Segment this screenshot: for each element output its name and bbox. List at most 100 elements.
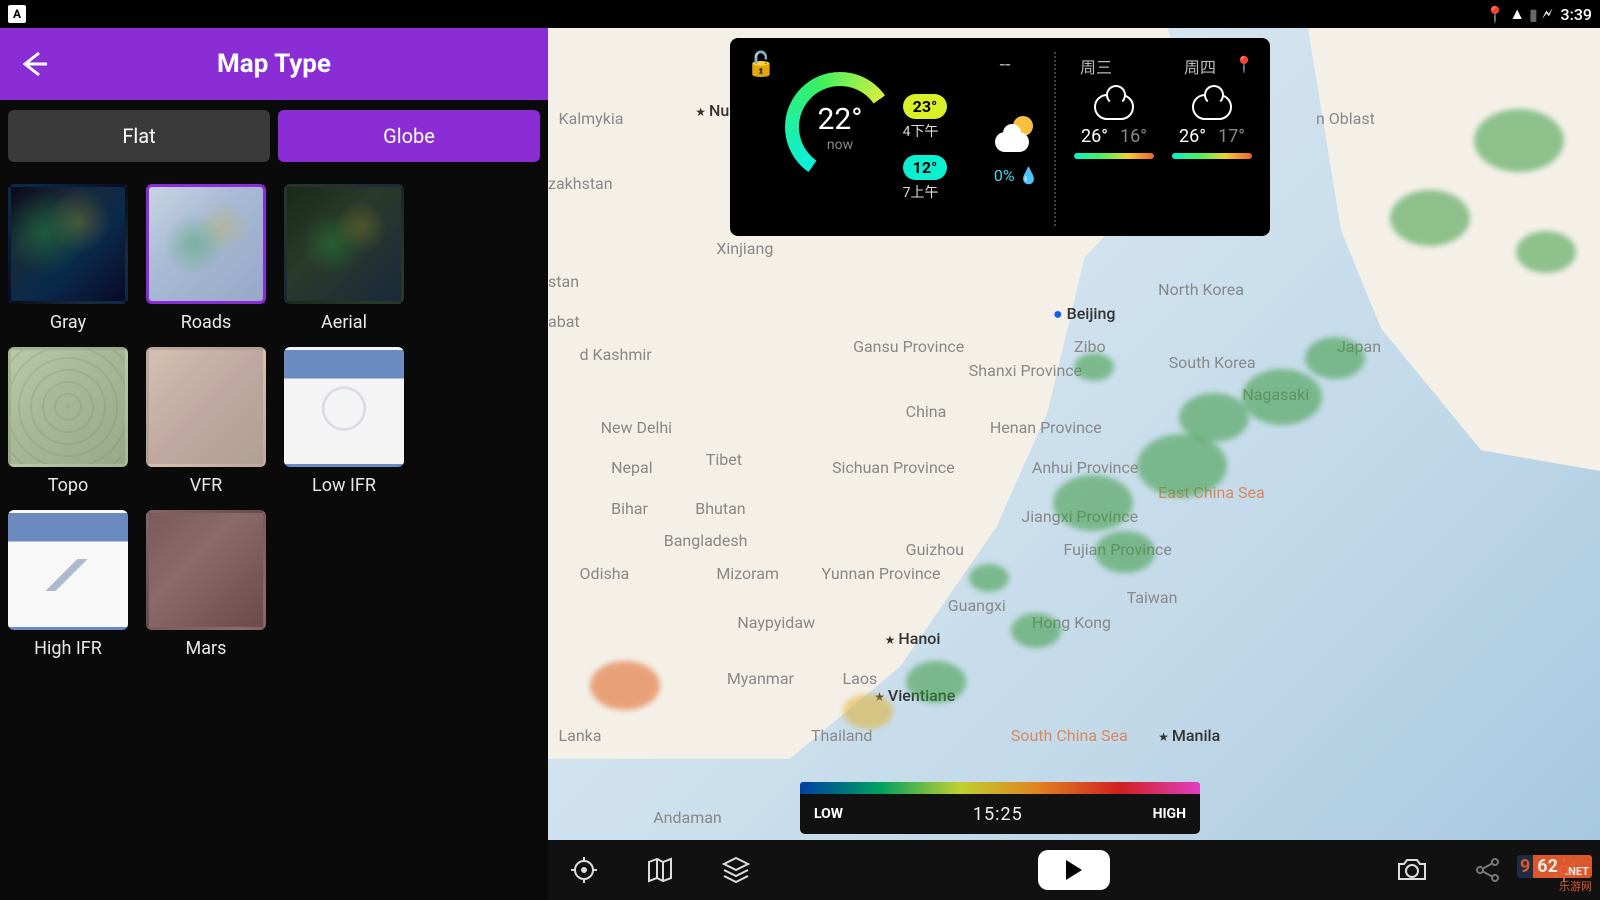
map-type-low-ifr[interactable]: Low IFR bbox=[284, 347, 404, 496]
map-label: Hanoi bbox=[885, 629, 941, 648]
map-label: Bangladesh bbox=[664, 531, 748, 550]
map-thumb-label: High IFR bbox=[34, 638, 102, 659]
map-label: abat bbox=[548, 312, 580, 331]
map-type-roads[interactable]: Roads bbox=[146, 184, 266, 333]
map-thumb bbox=[146, 184, 266, 304]
wifi-icon: ▲ bbox=[1509, 4, 1525, 24]
map-type-grid: Gray Roads Aerial Topo VFR Low IFR High … bbox=[0, 172, 548, 671]
intensity-gradient bbox=[800, 782, 1200, 794]
projection-tabs: Flat Globe bbox=[0, 100, 548, 172]
map-thumb-label: Low IFR bbox=[312, 475, 376, 496]
map-thumb bbox=[146, 510, 266, 630]
app-badge-icon: A bbox=[8, 5, 26, 23]
locate-button[interactable] bbox=[564, 850, 604, 890]
map-type-high-ifr[interactable]: High IFR bbox=[8, 510, 128, 659]
cloud-icon bbox=[1094, 94, 1134, 120]
play-button[interactable] bbox=[1038, 850, 1110, 890]
lock-icon[interactable]: 🔓 bbox=[746, 50, 776, 78]
bottom-toolbar bbox=[548, 840, 1600, 900]
radar-timeline[interactable]: LOW 15:25 HIGH bbox=[800, 782, 1200, 834]
map-thumb-label: Topo bbox=[48, 475, 89, 496]
map-label: South Korea bbox=[1169, 353, 1256, 372]
forecast-day: 周四 26°17° bbox=[1172, 82, 1252, 226]
panel-header: Map Type bbox=[0, 28, 548, 100]
camera-button[interactable] bbox=[1392, 850, 1432, 890]
map-label: stan bbox=[548, 272, 579, 291]
map-thumb-label: Gray bbox=[50, 312, 86, 333]
location-icon: 📍 bbox=[1485, 5, 1505, 24]
temperature-dial: 22° now bbox=[785, 72, 895, 182]
tab-flat[interactable]: Flat bbox=[8, 110, 270, 162]
map-label: Taiwan bbox=[1127, 588, 1178, 607]
map-thumb bbox=[284, 347, 404, 467]
map-label: Nepal bbox=[611, 458, 652, 477]
map-thumb bbox=[8, 184, 128, 304]
map-thumb bbox=[8, 510, 128, 630]
map-label: Henan Province bbox=[990, 418, 1102, 437]
forecast-high: 26° bbox=[1081, 126, 1108, 147]
timeline-time: 15:25 bbox=[973, 804, 1023, 825]
map-thumb bbox=[146, 347, 266, 467]
map-thumb bbox=[8, 347, 128, 467]
legend-low: LOW bbox=[814, 806, 843, 822]
map-label: Guizhou bbox=[906, 540, 964, 559]
map-label: Sichuan Province bbox=[832, 458, 955, 477]
watermark: 962.NET 乐游网 bbox=[1517, 855, 1592, 894]
legend-high: HIGH bbox=[1153, 806, 1186, 822]
map-label: Tibet bbox=[706, 450, 742, 469]
map-type-gray[interactable]: Gray bbox=[8, 184, 128, 333]
map-label: Myanmar bbox=[727, 669, 794, 688]
map-type-topo[interactable]: Topo bbox=[8, 347, 128, 496]
battery-icon: 🗲 bbox=[1542, 4, 1553, 24]
map-label: Mizoram bbox=[716, 564, 779, 583]
map-type-mars[interactable]: Mars bbox=[146, 510, 266, 659]
map-label: Andaman bbox=[653, 808, 722, 827]
map-button[interactable] bbox=[640, 850, 680, 890]
map-label: Laos bbox=[843, 669, 878, 688]
forecast-day-name: 周四 bbox=[1184, 54, 1216, 78]
forecast-high: 26° bbox=[1179, 126, 1206, 147]
map-thumb bbox=[284, 184, 404, 304]
map-label: Bihar bbox=[611, 499, 648, 518]
map-label: Gansu Province bbox=[853, 337, 964, 356]
weather-overlay[interactable]: 🔓 -- 📍 22° now 23° 4下午 12° 7上午 0% 💧 周三 2… bbox=[730, 38, 1270, 236]
map-label: Bhutan bbox=[695, 499, 745, 518]
map-label: Yunnan Province bbox=[822, 564, 941, 583]
share-button[interactable] bbox=[1468, 850, 1508, 890]
status-time: 3:39 bbox=[1561, 5, 1593, 24]
tab-globe[interactable]: Globe bbox=[278, 110, 540, 162]
map-thumb-label: VFR bbox=[190, 475, 223, 496]
map-label: Manila bbox=[1158, 726, 1220, 745]
map-thumb-label: Mars bbox=[186, 638, 227, 659]
map-label: ● Beijing bbox=[1053, 304, 1115, 324]
pin-icon[interactable]: 📍 bbox=[1234, 55, 1254, 74]
map-label: Guangxi bbox=[948, 596, 1006, 615]
cloud-icon bbox=[1192, 94, 1232, 120]
forecast-day-name: 周三 bbox=[1080, 54, 1112, 78]
status-bar: A 📍 ▲ ▮ 🗲 3:39 bbox=[0, 0, 1600, 28]
panel-title: Map Type bbox=[16, 49, 532, 79]
status-right: 📍 ▲ ▮ 🗲 3:39 bbox=[1485, 4, 1592, 24]
map-label: Odisha bbox=[580, 564, 630, 583]
map-label: zakhstan bbox=[548, 174, 613, 193]
map-label: Thailand bbox=[811, 726, 872, 745]
low-time: 7上午 bbox=[903, 182, 979, 202]
map-type-panel: Map Type Flat Globe Gray Roads Aerial To… bbox=[0, 28, 548, 900]
map-label: d Kashmir bbox=[580, 345, 652, 364]
map-type-vfr[interactable]: VFR bbox=[146, 347, 266, 496]
high-pill: 23° bbox=[903, 94, 948, 119]
partly-cloudy-icon bbox=[993, 112, 1039, 158]
now-label: now bbox=[827, 137, 853, 153]
play-icon bbox=[1066, 860, 1082, 880]
map-label: n Oblast bbox=[1316, 109, 1375, 128]
map-label: Xinjiang bbox=[716, 239, 773, 258]
forecast-day: 周三 26°16° bbox=[1074, 82, 1154, 226]
map-thumb-label: Roads bbox=[181, 312, 232, 333]
layers-button[interactable] bbox=[716, 850, 756, 890]
high-time: 4下午 bbox=[903, 121, 979, 141]
map-label: Shanxi Province bbox=[969, 361, 1082, 380]
map-label: South China Sea bbox=[1011, 726, 1128, 745]
map-type-aerial[interactable]: Aerial bbox=[284, 184, 404, 333]
forecast-low: 16° bbox=[1120, 126, 1147, 147]
map-label: New Delhi bbox=[601, 418, 672, 437]
